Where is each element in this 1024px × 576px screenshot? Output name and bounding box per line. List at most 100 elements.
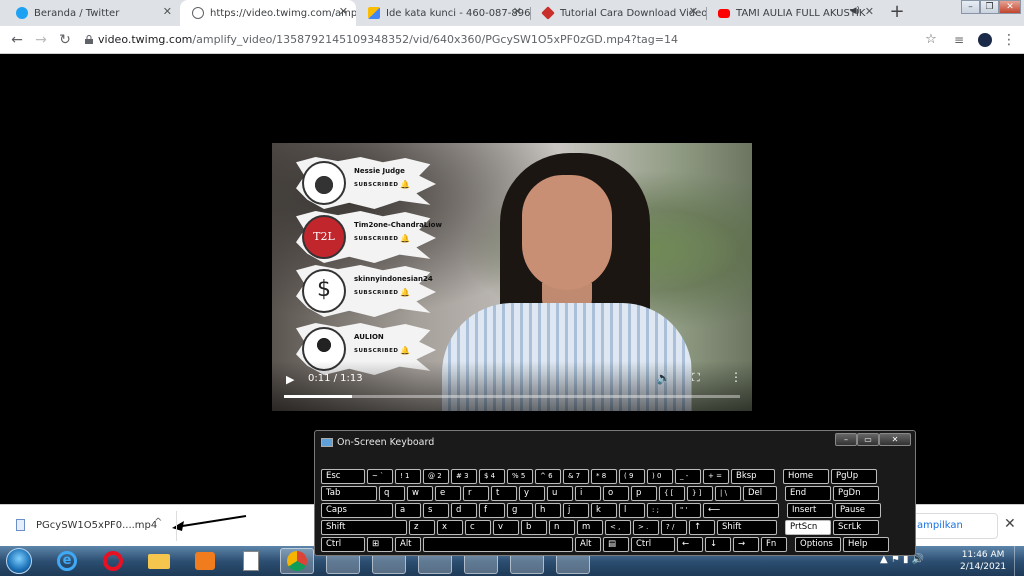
key[interactable]: End (785, 486, 831, 501)
key[interactable]: x (437, 520, 463, 535)
key[interactable]: w (407, 486, 433, 501)
key[interactable]: * 8 (591, 469, 617, 484)
key[interactable]: s (423, 503, 449, 518)
key[interactable]: d (451, 503, 477, 518)
key[interactable]: g (507, 503, 533, 518)
key[interactable]: PgUp (831, 469, 877, 484)
video-player[interactable]: Nessie Judge SUBSCRIBED 🔔 T2L Tim2one-Ch… (272, 143, 752, 411)
close-window-button[interactable]: ✕ (999, 0, 1021, 14)
maximize-button[interactable]: ❐ (980, 0, 999, 14)
key[interactable]: ^ 6 (535, 469, 561, 484)
document-icon[interactable] (234, 548, 268, 574)
close-icon[interactable]: ✕ (689, 5, 698, 18)
key[interactable]: ← (677, 537, 703, 552)
osk-maximize-button[interactable]: ▭ (857, 433, 879, 446)
key[interactable]: Ctrl (631, 537, 675, 552)
key[interactable]: h (535, 503, 561, 518)
volume-icon[interactable]: 🔊 (656, 371, 671, 385)
show-desktop-button[interactable] (1014, 546, 1024, 576)
key[interactable]: c (465, 520, 491, 535)
close-shelf-button[interactable]: ✕ (1004, 516, 1016, 532)
key[interactable]: { [ (659, 486, 685, 501)
key[interactable]: : ; (647, 503, 673, 518)
close-icon[interactable]: ✕ (163, 5, 172, 18)
key[interactable]: i (575, 486, 601, 501)
internet-explorer-icon[interactable]: e (50, 548, 84, 574)
file-explorer-icon[interactable] (142, 548, 176, 574)
download-filename[interactable]: PGcySW1O5xPF0....mp4 (36, 520, 157, 531)
star-icon[interactable]: ☆ (922, 31, 940, 49)
chrome-icon[interactable] (280, 548, 314, 574)
show-all-button[interactable]: ampilkan semua (912, 513, 998, 555)
key[interactable]: → (733, 537, 759, 552)
key[interactable]: n (549, 520, 575, 535)
key[interactable]: j (563, 503, 589, 518)
chevron-up-icon[interactable]: ^ (154, 517, 162, 528)
key[interactable]: Ctrl (321, 537, 365, 552)
key[interactable]: e (435, 486, 461, 501)
tab-tutorial[interactable]: Tutorial Cara Download Video T ✕ (530, 0, 706, 26)
key[interactable]: z (409, 520, 435, 535)
key[interactable]: t (491, 486, 517, 501)
osk-close-button[interactable]: ✕ (879, 433, 911, 446)
key[interactable]: ScrLk (833, 520, 879, 535)
key[interactable]: @ 2 (423, 469, 449, 484)
key[interactable]: y (519, 486, 545, 501)
key[interactable]: v (493, 520, 519, 535)
osk-minimize-button[interactable]: – (835, 433, 857, 446)
media-icon[interactable]: ≡ (950, 31, 968, 49)
key[interactable]: Shift (321, 520, 407, 535)
key[interactable]: Fn (761, 537, 787, 552)
key[interactable]: a (395, 503, 421, 518)
key[interactable]: f (479, 503, 505, 518)
minimize-button[interactable]: – (961, 0, 980, 14)
key[interactable]: Options (795, 537, 841, 552)
key[interactable]: # 3 (451, 469, 477, 484)
key[interactable]: u (547, 486, 573, 501)
speaker-icon[interactable]: ◀) (850, 6, 860, 16)
key[interactable]: % 5 (507, 469, 533, 484)
key[interactable]: ? / (661, 520, 687, 535)
key[interactable]: Del (743, 486, 777, 501)
key[interactable]: q (379, 486, 405, 501)
key[interactable]: ! 1 (395, 469, 421, 484)
key[interactable]: > . (633, 520, 659, 535)
system-clock[interactable]: 11:46 AM 2/14/2021 (960, 549, 1006, 573)
key[interactable]: PrtScn (785, 520, 831, 535)
key[interactable]: ↓ (705, 537, 731, 552)
key[interactable]: r (463, 486, 489, 501)
key[interactable]: ~ ` (367, 469, 393, 484)
key[interactable]: b (521, 520, 547, 535)
key[interactable]: m (577, 520, 603, 535)
key[interactable]: Insert (787, 503, 833, 518)
key[interactable]: ⊞ (367, 537, 393, 552)
key[interactable]: Help (843, 537, 889, 552)
key[interactable]: PgDn (833, 486, 879, 501)
key[interactable]: Bksp (731, 469, 775, 484)
key[interactable]: p (631, 486, 657, 501)
key[interactable]: & 7 (563, 469, 589, 484)
key[interactable]: ( 9 (619, 469, 645, 484)
key[interactable]: _ - (675, 469, 701, 484)
key[interactable]: < , (605, 520, 631, 535)
key[interactable]: Tab (321, 486, 377, 501)
address-bar[interactable]: video.twimg.com/amplify_video/1358792145… (98, 29, 948, 51)
new-tab-button[interactable]: + (887, 2, 907, 22)
key[interactable]: ⟵ (703, 503, 779, 518)
close-icon[interactable]: ✕ (513, 5, 522, 18)
key[interactable]: Alt (575, 537, 601, 552)
play-icon[interactable]: ▶ (286, 373, 298, 386)
key[interactable]: Esc (321, 469, 365, 484)
key[interactable]: + = (703, 469, 729, 484)
more-options-icon[interactable]: ⋮ (730, 370, 742, 384)
profile-icon[interactable] (976, 31, 994, 49)
key[interactable]: Caps (321, 503, 393, 518)
back-button[interactable]: ← (8, 31, 26, 49)
key[interactable]: o (603, 486, 629, 501)
key[interactable]: | \ (715, 486, 741, 501)
tab-twitter[interactable]: Beranda / Twitter ✕ (4, 0, 180, 26)
close-icon[interactable]: ✕ (339, 5, 348, 18)
media-player-icon[interactable] (188, 548, 222, 574)
key[interactable]: ) 0 (647, 469, 673, 484)
fullscreen-icon[interactable]: ⛶ (692, 371, 700, 385)
